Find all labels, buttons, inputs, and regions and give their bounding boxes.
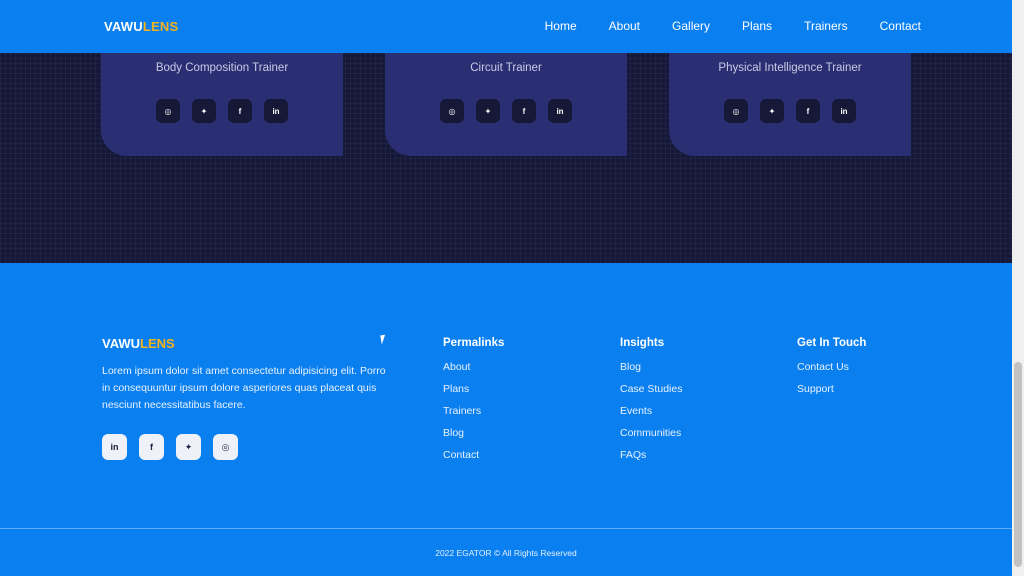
footer-column-insights: Insights Blog Case Studies Events Commun… [620,337,682,471]
trainer-role: Body Composition Trainer [155,62,289,74]
linkedin-icon[interactable]: in [548,99,572,123]
footer-link[interactable]: FAQs [620,449,682,461]
trainer-card: Body Composition Trainer ◎ ✦ f in [101,53,343,156]
brand-name-part1: VAWU [104,19,143,34]
instagram-icon[interactable]: ◎ [213,434,238,460]
trainer-social-links: ◎ ✦ f in [101,99,343,123]
linkedin-icon[interactable]: in [102,434,127,460]
facebook-icon[interactable]: f [228,99,252,123]
footer-link[interactable]: Contact Us [797,361,866,373]
footer-column-permalinks: Permalinks About Plans Trainers Blog Con… [443,337,504,471]
brand-logo[interactable]: VAWULENS [104,19,178,34]
facebook-icon[interactable]: f [796,99,820,123]
main-nav: Home About Gallery Plans Trainers Contac… [513,19,921,33]
trainer-social-links: ◎ ✦ f in [669,99,911,123]
instagram-icon[interactable]: ◎ [724,99,748,123]
footer-link[interactable]: Blog [443,427,504,439]
linkedin-icon[interactable]: in [832,99,856,123]
trainer-card: Physical Intelligence Trainer ◎ ✦ f in [669,53,911,156]
footer-brand-part1: VAWU [102,336,141,351]
footer-brand-part2: LENS [140,336,175,351]
footer-link[interactable]: Support [797,383,866,395]
twitter-icon[interactable]: ✦ [476,99,500,123]
footer-description: Lorem ipsum dolor sit amet consectetur a… [102,365,386,411]
column-heading: Permalinks [443,337,505,349]
nav-about[interactable]: About [609,19,640,33]
navbar: VAWULENS Home About Gallery Plans Traine… [0,0,1012,53]
copyright-text: 2022 EGATOR © All Rights Reserved [435,548,577,558]
footer-link[interactable]: Communities [620,427,682,439]
footer-link[interactable]: Blog [620,361,682,373]
trainer-card: Circuit Trainer ◎ ✦ f in [385,53,627,156]
footer-divider [0,528,1012,529]
trainer-role: Physical Intelligence Trainer [718,62,862,74]
instagram-icon[interactable]: ◎ [156,99,180,123]
trainer-role: Circuit Trainer [470,62,542,74]
footer-social-links: in f ✦ ◎ [102,434,238,460]
column-heading: Insights [620,337,665,349]
nav-contact[interactable]: Contact [880,19,921,33]
twitter-icon[interactable]: ✦ [176,434,201,460]
twitter-icon[interactable]: ✦ [192,99,216,123]
facebook-icon[interactable]: f [139,434,164,460]
trainers-section: Body Composition Trainer ◎ ✦ f in Circui… [0,53,1012,263]
brand-name-part2: LENS [142,19,179,34]
footer-link[interactable]: Case Studies [620,383,682,395]
facebook-icon[interactable]: f [512,99,536,123]
twitter-icon[interactable]: ✦ [760,99,784,123]
column-heading: Get In Touch [797,337,867,349]
footer-link[interactable]: About [443,361,504,373]
footer: VAWULENS Lorem ipsum dolor sit amet cons… [0,263,1012,576]
instagram-icon[interactable]: ◎ [440,99,464,123]
nav-plans[interactable]: Plans [742,19,772,33]
linkedin-icon[interactable]: in [264,99,288,123]
scrollbar-thumb[interactable] [1014,362,1022,567]
nav-home[interactable]: Home [545,19,577,33]
page-scrollbar[interactable] [1012,0,1024,576]
footer-link[interactable]: Plans [443,383,504,395]
nav-trainers[interactable]: Trainers [804,19,848,33]
footer-column-get-in-touch: Get In Touch Contact Us Support [797,337,866,405]
footer-link[interactable]: Contact [443,449,504,461]
trainer-social-links: ◎ ✦ f in [385,99,627,123]
footer-logo[interactable]: VAWULENS [102,336,175,351]
footer-link[interactable]: Events [620,405,682,417]
footer-link[interactable]: Trainers [443,405,504,417]
nav-gallery[interactable]: Gallery [672,19,710,33]
